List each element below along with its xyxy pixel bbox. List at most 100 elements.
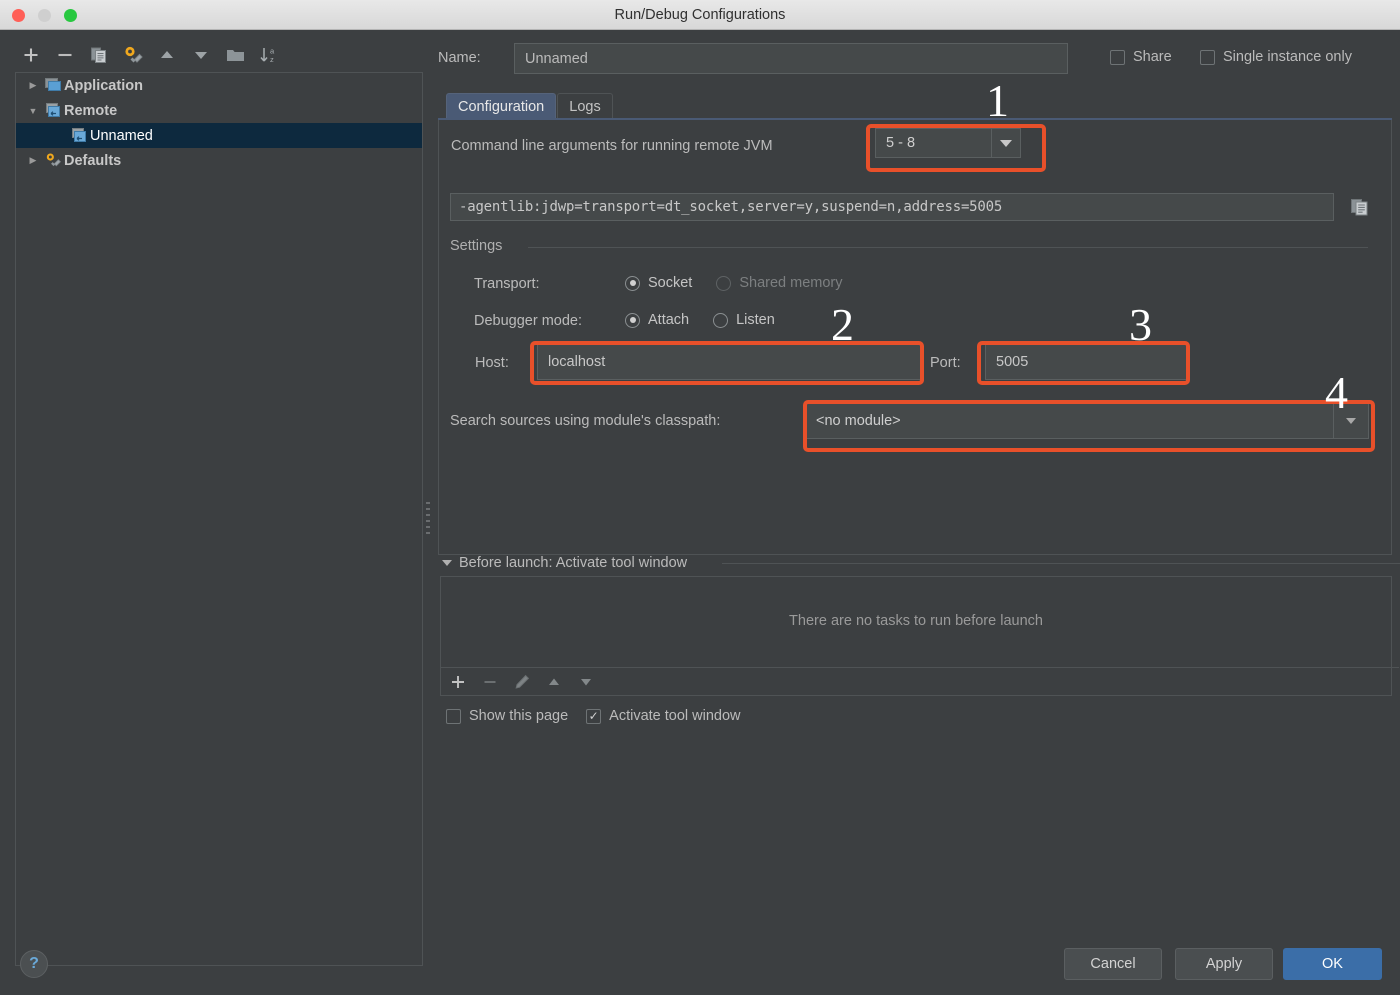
tree-item-unnamed[interactable]: Unnamed xyxy=(16,123,422,148)
tree-item-label: Application xyxy=(64,77,143,94)
settings-group-label: Settings xyxy=(450,238,511,254)
chevron-right-icon[interactable]: ▶ xyxy=(24,155,42,166)
tree-item-remote[interactable]: ▼ Remote xyxy=(16,98,422,123)
debugger-mode-listen-label: Listen xyxy=(736,312,775,328)
panel-splitter[interactable] xyxy=(424,30,432,995)
show-this-page-checkbox[interactable]: Show this page xyxy=(446,708,568,724)
ok-button[interactable]: OK xyxy=(1283,948,1382,980)
move-task-down-button xyxy=(577,673,595,691)
transport-socket-label: Socket xyxy=(648,275,693,291)
module-classpath-combo[interactable]: <no module> xyxy=(805,403,1369,439)
transport-label: Transport: xyxy=(474,276,540,292)
tab-logs[interactable]: Logs xyxy=(557,93,613,120)
single-instance-label: Single instance only xyxy=(1223,49,1352,65)
transport-shared-memory-label: Shared memory xyxy=(739,275,843,291)
remote-icon xyxy=(42,103,64,118)
configuration-tabs: Configuration Logs xyxy=(446,92,614,120)
sidebar-toolbar: a z xyxy=(0,38,424,76)
host-input[interactable]: localhost xyxy=(537,343,923,380)
chevron-down-icon[interactable] xyxy=(442,560,452,566)
activate-tool-window-checkbox-box[interactable] xyxy=(586,708,602,724)
move-into-folder-button[interactable] xyxy=(220,38,250,72)
chevron-right-icon[interactable]: ▶ xyxy=(24,80,42,91)
remote-icon xyxy=(68,128,90,143)
command-line-arguments-label: Command line arguments for running remot… xyxy=(451,138,773,154)
share-label: Share xyxy=(1133,49,1172,65)
tab-configuration[interactable]: Configuration xyxy=(446,93,557,120)
cancel-button[interactable]: Cancel xyxy=(1064,948,1162,980)
application-icon xyxy=(42,78,64,93)
radio-unselected-icon xyxy=(716,275,732,291)
port-label: Port: xyxy=(930,355,961,371)
single-instance-checkbox[interactable]: Single instance only xyxy=(1200,49,1352,65)
remove-task-button xyxy=(481,673,499,691)
wrench-gear-icon xyxy=(42,152,64,169)
radio-unselected-icon[interactable] xyxy=(713,312,729,328)
edit-defaults-wrench-gear-icon[interactable] xyxy=(118,38,148,72)
copy-configuration-button[interactable] xyxy=(84,38,114,72)
move-up-button[interactable] xyxy=(152,38,182,72)
name-input[interactable]: Unnamed xyxy=(514,43,1068,74)
sort-configurations-button[interactable]: a z xyxy=(254,38,284,72)
configurations-tree[interactable]: ▶ Application ▼ Remote Unnamed ▶ Default… xyxy=(15,72,423,966)
activate-tool-window-checkbox[interactable]: Activate tool window xyxy=(586,708,741,724)
share-checkbox[interactable]: Share xyxy=(1110,49,1172,65)
window-titlebar: Run/Debug Configurations xyxy=(0,0,1400,30)
radio-selected-icon[interactable] xyxy=(625,275,640,291)
help-button[interactable]: ? xyxy=(20,950,48,978)
debugger-mode-attach-label: Attach xyxy=(648,312,690,328)
transport-radio-group: Socket Shared memory xyxy=(625,275,843,291)
add-task-button[interactable] xyxy=(449,673,467,691)
activate-tool-window-label: Activate tool window xyxy=(609,708,741,724)
host-label: Host: xyxy=(475,355,509,371)
agent-arguments-field[interactable]: -agentlib:jdwp=transport=dt_socket,serve… xyxy=(450,193,1334,221)
port-input[interactable]: 5005 xyxy=(985,343,1189,380)
show-this-page-label: Show this page xyxy=(469,708,569,724)
chevron-down-icon[interactable] xyxy=(1333,404,1368,438)
module-classpath-label: Search sources using module's classpath: xyxy=(450,413,721,429)
jdk-version-value: 5 - 8 xyxy=(886,135,916,151)
tree-item-application[interactable]: ▶ Application xyxy=(16,73,422,98)
transport-shared-memory-radio: Shared memory xyxy=(716,275,843,291)
configuration-panel xyxy=(438,118,1392,555)
before-launch-toolbar xyxy=(441,667,1399,696)
add-configuration-button[interactable] xyxy=(16,38,46,72)
configuration-main-panel: Name: Unnamed Share Single instance only… xyxy=(432,30,1400,995)
chevron-down-icon[interactable]: ▼ xyxy=(24,106,42,116)
svg-text:z: z xyxy=(270,55,274,64)
splitter-grip-icon xyxy=(426,502,430,538)
apply-button[interactable]: Apply xyxy=(1175,948,1273,980)
window-title: Run/Debug Configurations xyxy=(614,7,786,23)
name-label: Name: xyxy=(438,50,481,66)
transport-socket-radio[interactable]: Socket xyxy=(625,275,692,291)
tree-item-label: Unnamed xyxy=(90,127,153,144)
run-debug-configurations-dialog: Run/Debug Configurations a z ▶ Applicati… xyxy=(0,0,1400,995)
share-checkbox-box[interactable] xyxy=(1110,49,1125,65)
configurations-sidebar: a z ▶ Application ▼ Remote Unnamed ▶ Def… xyxy=(0,30,424,995)
debugger-mode-attach-radio[interactable]: Attach xyxy=(625,312,689,328)
tree-item-label: Remote xyxy=(64,102,118,119)
remove-configuration-button[interactable] xyxy=(50,38,80,72)
move-down-button[interactable] xyxy=(186,38,216,72)
edit-task-button xyxy=(513,673,531,691)
copy-to-clipboard-button[interactable] xyxy=(1346,193,1374,221)
active-tab-underline xyxy=(438,118,1392,120)
before-launch-divider xyxy=(722,563,1400,564)
jdk-version-combo[interactable]: 5 - 8 xyxy=(875,128,1021,158)
single-instance-checkbox-box[interactable] xyxy=(1200,49,1215,65)
radio-selected-icon[interactable] xyxy=(625,312,640,328)
tree-item-defaults[interactable]: ▶ Defaults xyxy=(16,148,422,173)
chevron-down-icon[interactable] xyxy=(991,129,1020,157)
before-launch-title: Before launch: Activate tool window xyxy=(459,555,688,571)
show-this-page-checkbox-box[interactable] xyxy=(446,708,461,724)
debugger-mode-label: Debugger mode: xyxy=(474,313,583,329)
tree-item-label: Defaults xyxy=(64,152,122,169)
before-launch-options: Show this page Activate tool window xyxy=(446,708,741,724)
before-launch-empty-text: There are no tasks to run before launch xyxy=(789,613,1043,629)
before-launch-header[interactable]: Before launch: Activate tool window xyxy=(442,555,687,571)
module-classpath-value: <no module> xyxy=(816,413,901,429)
debugger-mode-listen-radio[interactable]: Listen xyxy=(713,312,775,328)
debugger-mode-radio-group: Attach Listen xyxy=(625,312,775,328)
settings-divider xyxy=(528,247,1368,248)
move-task-up-button xyxy=(545,673,563,691)
